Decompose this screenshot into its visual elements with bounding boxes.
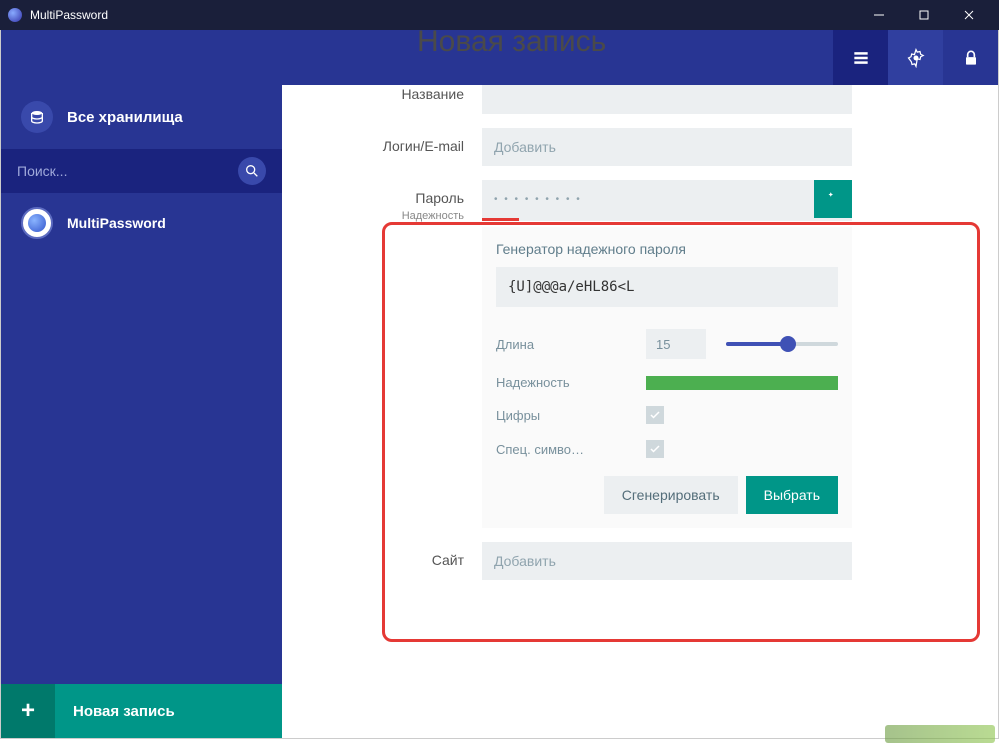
topbar bbox=[282, 30, 998, 85]
password-input[interactable]: • • • • • • • • • bbox=[482, 180, 814, 218]
length-value[interactable]: 15 bbox=[646, 329, 706, 359]
login-input[interactable] bbox=[482, 128, 852, 166]
length-slider[interactable] bbox=[726, 342, 838, 346]
generator-title: Генератор надежного пароля bbox=[482, 241, 852, 267]
watermark bbox=[885, 725, 995, 743]
password-label: Пароль bbox=[282, 190, 464, 206]
sidebar: Все хранилища MultiPassword + Новая запи… bbox=[1, 30, 282, 738]
page-title: Новая запись bbox=[417, 30, 606, 59]
plus-icon: + bbox=[1, 684, 55, 738]
generated-password[interactable]: {U]@@@a/eHL86<L bbox=[496, 267, 838, 307]
vault-item-label: MultiPassword bbox=[67, 215, 166, 231]
choose-button[interactable]: Выбрать bbox=[746, 476, 838, 514]
strength-sublabel: Надежность bbox=[282, 210, 464, 222]
stack-icon bbox=[21, 101, 53, 133]
search-icon[interactable] bbox=[238, 157, 266, 185]
minimize-button[interactable] bbox=[856, 0, 901, 30]
app-icon bbox=[8, 8, 22, 22]
lock-icon[interactable] bbox=[943, 30, 998, 85]
length-label: Длина bbox=[496, 337, 646, 352]
search-row[interactable] bbox=[1, 149, 282, 193]
all-vaults-label: Все хранилища bbox=[67, 109, 183, 126]
generate-icon[interactable] bbox=[814, 180, 852, 218]
new-entry-button[interactable]: + Новая запись bbox=[1, 684, 282, 738]
main-panel: Новая запись Название Логин/E-mail Парол… bbox=[282, 30, 998, 738]
settings-icon[interactable] bbox=[888, 30, 943, 85]
site-input[interactable] bbox=[482, 542, 852, 580]
all-vaults-button[interactable]: Все хранилища bbox=[1, 85, 282, 149]
login-label: Логин/E-mail bbox=[282, 128, 482, 154]
titlebar: MultiPassword bbox=[0, 0, 999, 30]
generator-panel: Генератор надежного пароля {U]@@@a/eHL86… bbox=[482, 227, 852, 528]
globe-icon bbox=[21, 207, 53, 239]
search-input[interactable] bbox=[17, 163, 238, 179]
special-checkbox[interactable] bbox=[646, 440, 664, 458]
close-button[interactable] bbox=[946, 0, 991, 30]
special-label: Спец. симво… bbox=[496, 442, 646, 457]
site-label: Сайт bbox=[282, 542, 482, 568]
digits-checkbox[interactable] bbox=[646, 406, 664, 424]
list-icon[interactable] bbox=[833, 30, 888, 85]
vault-item[interactable]: MultiPassword bbox=[21, 207, 262, 239]
digits-label: Цифры bbox=[496, 408, 646, 423]
new-entry-label: Новая запись bbox=[55, 703, 175, 720]
app-name: MultiPassword bbox=[30, 8, 108, 22]
generate-button[interactable]: Сгенерировать bbox=[604, 476, 738, 514]
generator-strength-bar bbox=[646, 376, 838, 390]
password-strength-bar bbox=[482, 218, 852, 221]
strength-label: Надежность bbox=[496, 375, 646, 390]
maximize-button[interactable] bbox=[901, 0, 946, 30]
